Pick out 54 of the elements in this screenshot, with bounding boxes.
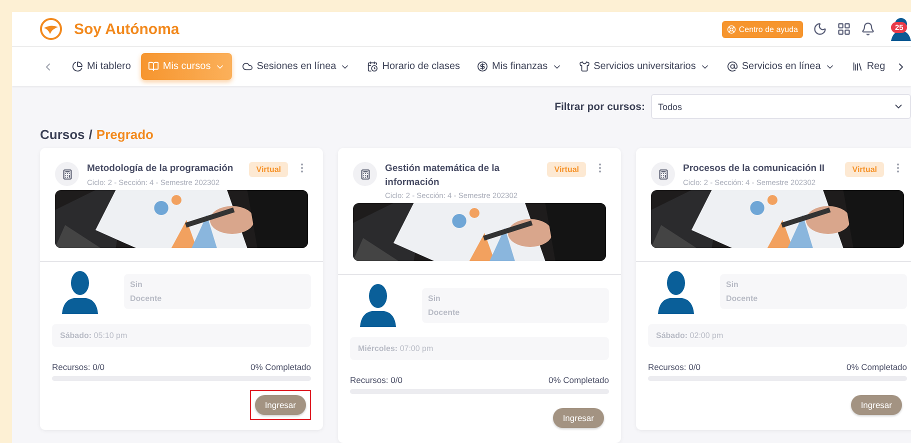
book-icon [148,61,159,72]
schedule-text: Miércoles: 07:00 pm [350,337,609,360]
completion-text: 0% Completado [846,362,907,372]
nav-item[interactable]: Servicios en línea [720,53,842,80]
nav-item[interactable]: Mi tablero [65,53,138,80]
modality-tag: Virtual [845,162,884,178]
calculator-icon [55,162,79,186]
nav-item[interactable]: Horario de clases [360,53,468,80]
at-sign-icon [726,61,738,72]
completion-text: 0% Completado [250,362,311,372]
resources-count: Recursos: 0/0 [52,362,104,372]
course-title: Metodología de la programación [87,162,234,176]
dollar-icon [477,61,488,72]
user-avatar-icon[interactable] [891,17,911,42]
pie-chart-icon [72,61,83,72]
nav-item[interactable]: Reg [844,53,892,80]
nav-item[interactable]: Mis finanzas [470,53,569,80]
teacher-text: Sin [726,280,740,290]
teacher-text: Docente [130,294,163,304]
course-filter-select[interactable]: Todos [651,94,911,120]
schedule-text: Sábado: 02:00 pm [648,324,907,347]
calculator-icon [353,162,377,186]
modality-tag: Virtual [547,162,586,178]
lifebuoy-icon [726,24,736,34]
teacher-text: Sin [428,294,442,302]
nav-item[interactable]: Servicios universitarios [572,53,717,80]
moon-icon[interactable] [813,22,827,36]
teacher-avatar-icon [358,283,398,327]
modality-tag: Virtual [249,162,288,178]
resources-count: Recursos: 0/0 [648,362,700,372]
teacher-avatar-icon [60,270,100,314]
calendar-icon [367,61,378,72]
completion-text: 0% Completado [548,375,609,385]
schedule-text: Sábado: 05:10 pm [52,324,311,347]
resources-count: Recursos: 0/0 [350,375,402,385]
course-title: Gestión matemática de la información [385,162,501,189]
apps-icon[interactable] [837,22,851,36]
calculator-icon [651,162,675,186]
teacher-text: Docente [428,308,461,316]
bell-icon[interactable] [861,22,875,36]
library-icon [852,61,863,72]
teacher-text: Sin [130,280,144,290]
cloud-icon [242,61,253,72]
shirt-icon [578,61,590,72]
breadcrumb-current: Pregrado [96,127,154,142]
course-title: Procesos de la comunicación II [683,162,826,176]
logo-icon [40,18,62,40]
breadcrumb-section[interactable]: Cursos [40,127,85,142]
brand-name: Soy Autónoma [74,20,180,38]
nav-item[interactable]: Sesiones en línea [234,53,358,80]
filter-label: Filtrar por cursos: [554,100,645,113]
teacher-text: Docente [726,294,759,304]
breadcrumb-separator: / [88,127,92,142]
teacher-avatar-icon [656,270,696,314]
